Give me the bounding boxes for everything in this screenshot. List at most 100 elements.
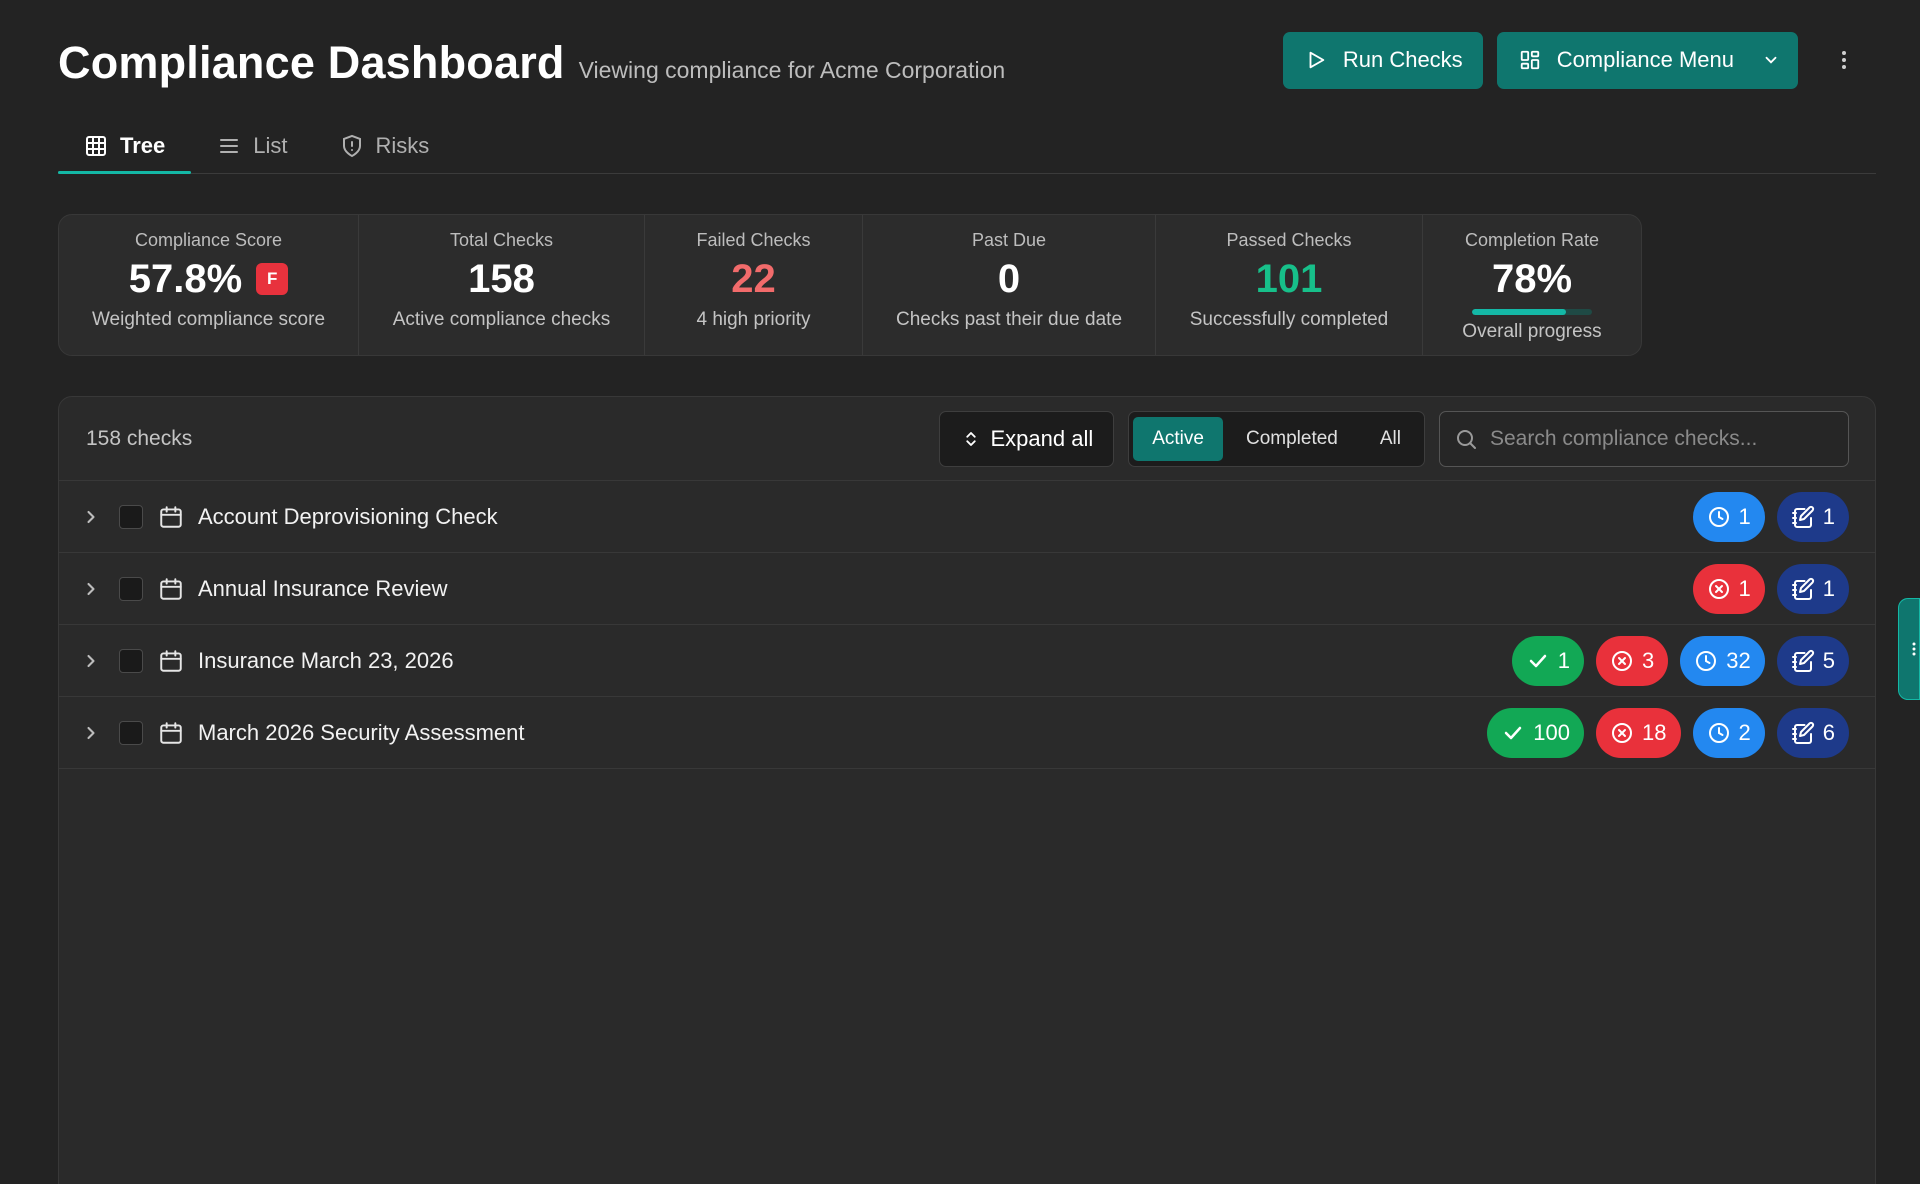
- stat-value-row: 57.8% F: [128, 253, 289, 305]
- stat-failed-checks: Failed Checks 22 4 high priority: [645, 215, 863, 355]
- search-input[interactable]: [1490, 426, 1834, 451]
- stat-label: Total Checks: [449, 230, 554, 250]
- header-actions: Run Checks Compliance Menu: [1282, 31, 1862, 89]
- expand-all-label: Expand all: [990, 425, 1094, 451]
- shield-icon: [340, 134, 364, 158]
- checks-toolbar: 158 checks Expand all Active Completed A…: [59, 397, 1875, 481]
- failed-count-pill[interactable]: 18: [1596, 707, 1681, 758]
- table-row[interactable]: Insurance March 23, 2026 1 3 32 5: [59, 625, 1875, 697]
- row-checkbox[interactable]: [119, 648, 143, 673]
- stat-value-row: 22: [731, 253, 776, 305]
- stat-value-row: 158: [468, 253, 535, 305]
- notes-count: 5: [1822, 647, 1835, 673]
- stats-bar: Compliance Score 57.8% F Weighted compli…: [58, 214, 1642, 356]
- stat-label: Compliance Score: [134, 230, 283, 250]
- stat-value: 78%: [1491, 257, 1573, 301]
- notebook-pen-icon: [1791, 577, 1815, 601]
- stat-label: Completion Rate: [1464, 230, 1600, 250]
- check-icon: [1501, 721, 1525, 745]
- pending-count-pill[interactable]: 1: [1692, 491, 1765, 542]
- page-header: Compliance Dashboard Viewing compliance …: [58, 30, 1862, 90]
- completion-progress-fill: [1472, 309, 1566, 315]
- search-icon: [1454, 427, 1478, 451]
- notebook-pen-icon: [1791, 649, 1815, 673]
- stat-value: 0: [997, 257, 1021, 301]
- notebook-pen-icon: [1791, 721, 1815, 745]
- chevron-down-icon: [1762, 51, 1780, 69]
- row-checkbox[interactable]: [119, 504, 143, 529]
- notes-count-pill[interactable]: 1: [1776, 491, 1849, 542]
- stat-compliance-score: Compliance Score 57.8% F Weighted compli…: [59, 215, 359, 355]
- page-title: Compliance Dashboard: [58, 37, 565, 88]
- stat-completion-rate: Completion Rate 78% Overall progress: [1423, 215, 1641, 355]
- tab-risks[interactable]: Risks: [314, 118, 456, 173]
- stat-passed-checks: Passed Checks 101 Successfully completed: [1156, 215, 1423, 355]
- completion-progress-bar: [1472, 309, 1592, 315]
- pending-count-pill[interactable]: 2: [1692, 707, 1765, 758]
- table-row[interactable]: Annual Insurance Review 11: [59, 553, 1875, 625]
- compliance-menu-button[interactable]: Compliance Menu: [1496, 31, 1798, 89]
- status-pills: 100 18 2 6: [1487, 707, 1849, 758]
- clock-icon: [1707, 721, 1731, 745]
- passed-count-pill[interactable]: 100: [1487, 707, 1585, 758]
- stat-value-row: 78%: [1492, 253, 1572, 305]
- stat-desc: Successfully completed: [1189, 309, 1389, 330]
- notes-count-pill[interactable]: 6: [1776, 707, 1849, 758]
- passed-count: 1: [1557, 647, 1571, 673]
- tab-list[interactable]: List: [191, 118, 313, 173]
- chevron-right-icon[interactable]: [81, 723, 101, 743]
- passed-count-pill[interactable]: 1: [1511, 635, 1585, 686]
- pending-count: 2: [1738, 719, 1751, 745]
- filter-completed[interactable]: Completed: [1227, 417, 1357, 461]
- pending-count: 32: [1726, 647, 1751, 673]
- table-row[interactable]: Account Deprovisioning Check 11: [59, 481, 1875, 553]
- stat-desc: Overall progress: [1462, 321, 1602, 342]
- stat-value: 101: [1255, 257, 1323, 301]
- filter-active[interactable]: Active: [1133, 416, 1223, 461]
- status-pills: 11: [1692, 563, 1849, 614]
- tab-risks-label: Risks: [375, 132, 430, 158]
- chevron-right-icon[interactable]: [81, 507, 101, 527]
- row-checkbox[interactable]: [119, 576, 143, 601]
- status-pills: 11: [1692, 491, 1849, 542]
- failed-count-pill[interactable]: 1: [1692, 563, 1765, 614]
- notebook-pen-icon: [1791, 505, 1815, 529]
- stat-value-row: 0: [998, 253, 1020, 305]
- search-box: [1439, 410, 1849, 467]
- list-icon: [217, 134, 241, 158]
- table-row[interactable]: March 2026 Security Assessment 100 18 2 6: [59, 697, 1875, 769]
- expand-all-button[interactable]: Expand all: [939, 410, 1115, 467]
- more-options-icon[interactable]: [1826, 32, 1862, 89]
- chevron-right-icon[interactable]: [81, 651, 101, 671]
- calendar-icon: [158, 720, 184, 746]
- pending-count: 1: [1738, 503, 1751, 529]
- stat-value: 158: [468, 257, 535, 301]
- stat-value-row: 101: [1256, 253, 1323, 305]
- tab-tree[interactable]: Tree: [58, 118, 192, 174]
- table-icon: [84, 134, 108, 158]
- chevron-right-icon[interactable]: [81, 579, 101, 599]
- stat-desc: Checks past their due date: [895, 309, 1123, 330]
- grade-badge: F: [256, 263, 289, 295]
- stat-desc: 4 high priority: [696, 309, 811, 330]
- x-circle-icon: [1610, 721, 1634, 745]
- run-checks-button[interactable]: Run Checks: [1282, 31, 1483, 89]
- calendar-icon: [158, 576, 184, 602]
- failed-count-pill[interactable]: 3: [1596, 635, 1669, 686]
- side-drawer-handle[interactable]: [1898, 598, 1920, 700]
- check-name: Insurance March 23, 2026: [198, 647, 454, 673]
- chevrons-up-down-icon: [962, 430, 980, 448]
- pending-count-pill[interactable]: 32: [1680, 635, 1765, 686]
- status-pills: 1 3 32 5: [1511, 635, 1849, 686]
- stat-value: 57.8%: [128, 257, 243, 301]
- status-filter: Active Completed All: [1128, 410, 1425, 467]
- passed-count: 100: [1533, 719, 1571, 745]
- check-name: March 2026 Security Assessment: [198, 719, 525, 745]
- title-wrap: Compliance Dashboard Viewing compliance …: [58, 31, 1283, 89]
- checks-panel: 158 checks Expand all Active Completed A…: [58, 396, 1876, 1184]
- row-checkbox[interactable]: [119, 720, 143, 745]
- notes-count-pill[interactable]: 5: [1776, 635, 1849, 686]
- filter-all[interactable]: All: [1361, 417, 1420, 461]
- notes-count-pill[interactable]: 1: [1776, 563, 1849, 614]
- calendar-icon: [158, 648, 184, 674]
